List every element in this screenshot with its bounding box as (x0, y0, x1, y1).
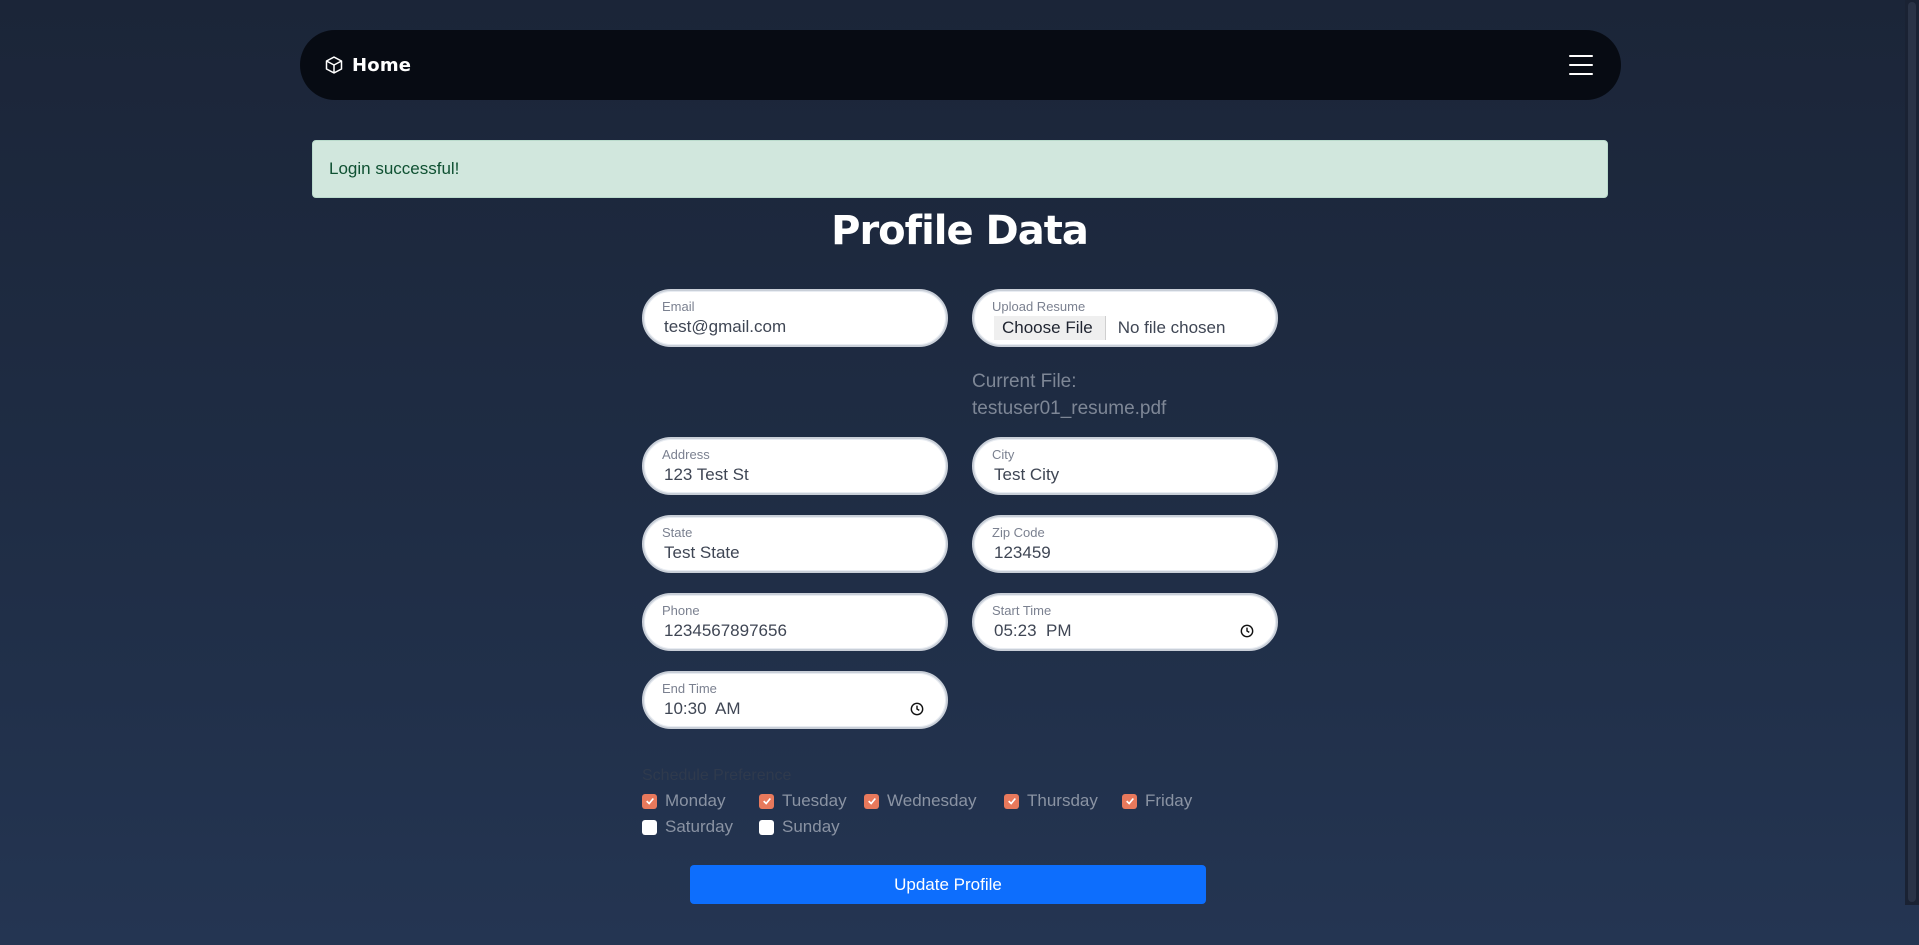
day-label: Sunday (782, 817, 840, 836)
checkbox-saturday[interactable]: Saturday (642, 817, 733, 837)
checkbox-checked-icon[interactable] (1122, 793, 1137, 809)
checkbox-tuesday[interactable]: Tuesday (759, 791, 847, 811)
city-input[interactable]: Test City (992, 464, 1258, 486)
current-file-label: Current File: (972, 371, 1077, 392)
state-label: State (662, 525, 693, 540)
email-field[interactable]: Email test@gmail.com (642, 289, 948, 347)
address-input[interactable]: 123 Test St (662, 464, 928, 486)
day-label: Friday (1145, 791, 1193, 810)
choose-file-button[interactable]: Choose File (994, 316, 1106, 340)
checkbox-checked-icon[interactable] (642, 793, 657, 809)
navbar: Home (300, 30, 1621, 100)
clock-icon[interactable] (910, 702, 924, 716)
page-title: Profile Data (831, 208, 1089, 254)
cube-icon (324, 55, 344, 75)
day-label: Saturday (665, 817, 734, 836)
current-file-name: testuser01_resume.pdf (972, 398, 1167, 419)
day-label: Tuesday (782, 791, 847, 810)
clock-icon[interactable] (1240, 624, 1254, 638)
state-input[interactable]: Test State (662, 542, 928, 564)
phone-input[interactable]: 1234567897656 (662, 620, 928, 642)
phone-label: Phone (662, 603, 700, 618)
checkbox-thursday[interactable]: Thursday (1004, 791, 1098, 811)
checkbox-friday[interactable]: Friday (1122, 791, 1192, 811)
city-label: City (992, 447, 1015, 462)
checkbox-unchecked-icon[interactable] (642, 819, 657, 835)
state-field[interactable]: State Test State (642, 515, 948, 573)
day-label: Wednesday (887, 791, 977, 810)
checkbox-unchecked-icon[interactable] (759, 819, 774, 835)
email-input[interactable]: test@gmail.com (662, 316, 928, 338)
address-label: Address (662, 447, 710, 462)
end-time-field[interactable]: End Time 10:30 AM (642, 671, 948, 729)
resume-upload-field[interactable]: Upload Resume Choose File No file chosen (972, 289, 1278, 347)
end-time-label: End Time (662, 681, 717, 696)
checkbox-checked-icon[interactable] (759, 793, 774, 809)
zip-code-field[interactable]: Zip Code 123459 (972, 515, 1278, 573)
checkbox-wednesday[interactable]: Wednesday (864, 791, 976, 811)
city-field[interactable]: City Test City (972, 437, 1278, 495)
hamburger-menu-icon[interactable] (1569, 55, 1593, 75)
end-time-input[interactable]: 10:30 AM (662, 698, 741, 720)
resume-label: Upload Resume (992, 299, 1086, 314)
update-profile-button[interactable]: Update Profile (690, 865, 1206, 904)
day-label: Thursday (1027, 791, 1098, 810)
schedule-preference-label: Schedule Preference (642, 767, 792, 784)
email-label: Email (662, 299, 695, 314)
vertical-scrollbar[interactable] (1905, 0, 1919, 905)
start-time-field[interactable]: Start Time 05:23 PM (972, 593, 1278, 651)
zip-code-label: Zip Code (992, 525, 1045, 540)
scrollbar-thumb[interactable] (1908, 2, 1916, 902)
home-link[interactable]: Home (324, 55, 411, 76)
file-input[interactable]: Choose File No file chosen (994, 316, 1258, 340)
checkbox-checked-icon[interactable] (1004, 793, 1019, 809)
address-field[interactable]: Address 123 Test St (642, 437, 948, 495)
file-status: No file chosen (1117, 318, 1226, 337)
zip-code-input[interactable]: 123459 (992, 542, 1258, 564)
alert-message: Login successful! (329, 159, 460, 178)
checkbox-sunday[interactable]: Sunday (759, 817, 840, 837)
success-alert: Login successful! (312, 140, 1608, 198)
phone-field[interactable]: Phone 1234567897656 (642, 593, 948, 651)
start-time-label: Start Time (992, 603, 1052, 618)
day-label: Monday (665, 791, 726, 810)
current-file-info: Current File: testuser01_resume.pdf (972, 368, 1232, 422)
checkbox-monday[interactable]: Monday (642, 791, 725, 811)
checkbox-checked-icon[interactable] (864, 793, 879, 809)
brand-label: Home (352, 54, 412, 76)
start-time-input[interactable]: 05:23 PM (992, 620, 1072, 642)
